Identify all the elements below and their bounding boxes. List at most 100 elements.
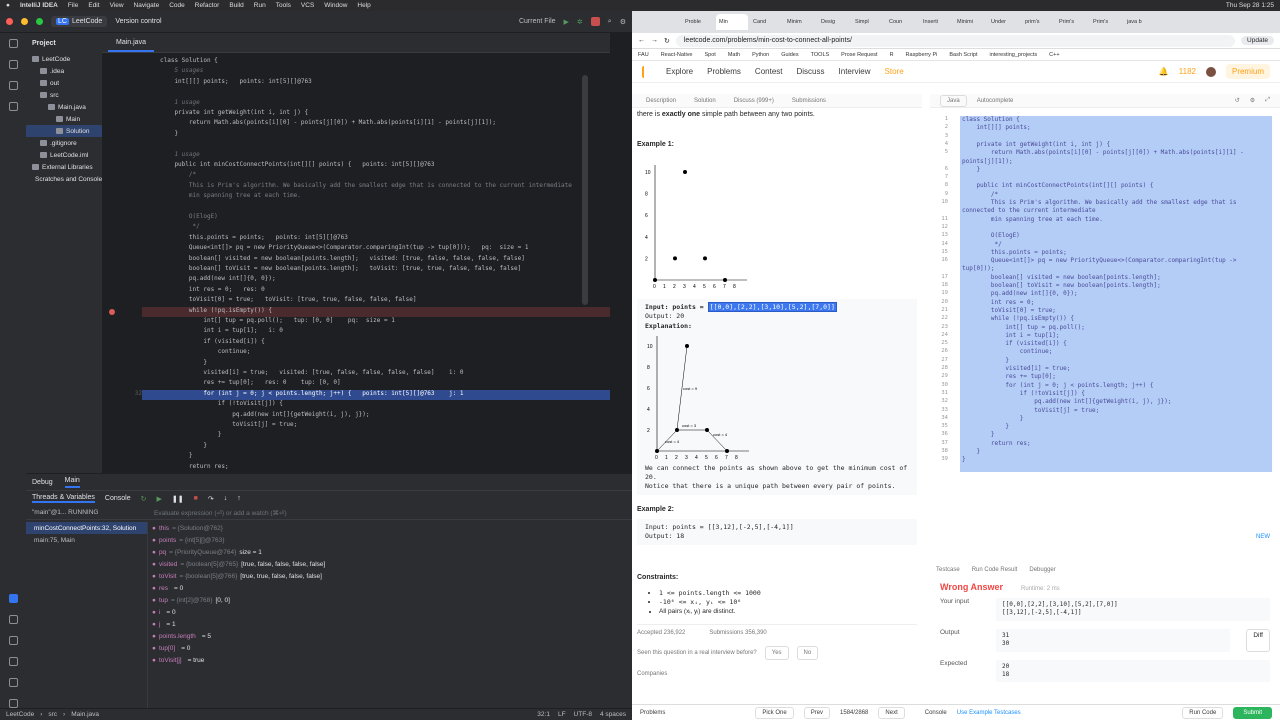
browser-tab[interactable]: Simpl (852, 14, 884, 30)
avatar[interactable] (1205, 66, 1216, 77)
reload-icon[interactable]: ↻ (664, 37, 670, 45)
description-tab[interactable]: Submissions (792, 98, 826, 104)
app-name[interactable]: IntelliJ IDEA (20, 2, 58, 9)
reset-icon[interactable]: ↺ (1235, 97, 1240, 104)
menu-window[interactable]: Window (324, 2, 347, 9)
menu-file[interactable]: File (68, 2, 78, 9)
run-config-selector[interactable]: Current File (519, 18, 556, 25)
browser-tab[interactable]: Coun (886, 14, 918, 30)
variable-row[interactable]: ● toVisit[j] = true (152, 654, 632, 666)
caret-position[interactable]: 32:1 (537, 711, 550, 718)
tree-item[interactable]: LeetCode (26, 53, 102, 65)
next-button[interactable]: Next (878, 706, 905, 719)
description-tab[interactable]: Description (646, 98, 676, 104)
rerun-icon[interactable]: ↻ (141, 495, 147, 503)
close-window-button[interactable] (6, 18, 13, 25)
menu-help[interactable]: Help (357, 2, 370, 9)
services-tool-icon[interactable] (8, 615, 18, 624)
variable-row[interactable]: ● visited = {boolean[5]@765} [true, false, … (152, 558, 632, 570)
browser-tab[interactable]: Cand (750, 14, 782, 30)
line-separator[interactable]: LF (558, 711, 566, 718)
git-tool-icon[interactable] (8, 699, 18, 708)
menu-code[interactable]: Code (169, 2, 185, 9)
terminal-tool-icon[interactable] (8, 657, 18, 666)
menu-refactor[interactable]: Refactor (195, 2, 220, 9)
variable-row[interactable]: ● this = {Solution@762} (152, 522, 632, 534)
bookmark[interactable]: Prose Request (841, 52, 877, 58)
browser-tab[interactable]: Desig (818, 14, 850, 30)
browser-tab[interactable]: prim's (1022, 14, 1054, 30)
console-button[interactable]: Console (925, 710, 947, 716)
nav-explore[interactable]: Explore (666, 67, 693, 76)
clock[interactable]: Thu Sep 28 1:25 (1226, 2, 1274, 9)
browser-tab[interactable]: Prim's (1090, 14, 1122, 30)
tab-main-java[interactable]: Main.java (108, 35, 154, 52)
step-out-icon[interactable]: ↑ (237, 495, 241, 502)
menu-build[interactable]: Build (229, 2, 243, 9)
bookmark[interactable]: C++ (1049, 52, 1059, 58)
breadcrumb-src[interactable]: src (48, 711, 57, 718)
companies-section[interactable]: Companies (637, 670, 917, 678)
test-panel-tab[interactable]: Testcase (936, 567, 960, 573)
step-into-icon[interactable]: ↓ (224, 495, 228, 502)
menu-vcs[interactable]: VCS (301, 2, 314, 9)
variable-row[interactable]: ● points = {int[5][]@763} (152, 534, 632, 546)
problems-tool-icon[interactable] (8, 678, 18, 687)
prev-button[interactable]: Prev (803, 706, 831, 719)
nav-problems[interactable]: Problems (707, 67, 741, 76)
tree-item[interactable]: External Libraries (26, 161, 102, 173)
stop-debug-icon[interactable]: ■ (194, 495, 198, 502)
settings-icon[interactable]: ⚙ (620, 18, 626, 26)
vcs-widget[interactable]: Version control (115, 18, 161, 25)
menu-tools[interactable]: Tools (276, 2, 291, 9)
debug-tab[interactable]: Debug (32, 479, 53, 486)
variable-row[interactable]: ● j = 1 (152, 618, 632, 630)
browser-tab[interactable]: java b (1124, 14, 1156, 30)
structure-tool-icon[interactable] (8, 81, 18, 90)
nav-store[interactable]: Store (885, 67, 904, 76)
pick-one-button[interactable]: Pick One (755, 706, 794, 719)
bookmark[interactable]: R (890, 52, 894, 58)
evaluate-expression-input[interactable]: Evaluate expression (⏎) or add a watch (… (154, 509, 287, 517)
nav-discuss[interactable]: Discuss (797, 67, 825, 76)
variable-row[interactable]: ● points.length = 5 (152, 630, 632, 642)
bookmark[interactable]: Math (728, 52, 740, 58)
search-icon[interactable]: ⌕ (608, 18, 612, 26)
submit-button[interactable]: Submit (1233, 706, 1272, 719)
use-example-testcases[interactable]: Use Example Testcases (957, 710, 1021, 716)
project-panel-title[interactable]: Project (32, 40, 56, 47)
browser-tab[interactable]: Under (988, 14, 1020, 30)
console-tab[interactable]: Console (105, 495, 131, 502)
menu-run[interactable]: Run (254, 2, 266, 9)
run-code-button[interactable]: Run Code (1182, 706, 1224, 719)
new-badge[interactable]: NEW (1256, 534, 1270, 540)
variable-row[interactable]: ● res = 0 (152, 582, 632, 594)
leetcode-logo-icon[interactable] (642, 65, 652, 78)
debug-icon[interactable]: ✲ (577, 18, 583, 26)
variable-row[interactable]: ● i = 0 (152, 606, 632, 618)
nav-interview[interactable]: Interview (839, 67, 871, 76)
apple-icon[interactable]: ● (6, 2, 10, 9)
tree-item[interactable]: Main.java (26, 101, 102, 113)
tree-item[interactable]: Scratches and Consoles (26, 173, 102, 185)
thread-selector[interactable]: "main"@1... RUNNING (32, 509, 98, 516)
browser-tab[interactable]: Prim's (1056, 14, 1088, 30)
minimize-window-button[interactable] (21, 18, 28, 25)
debug-session-tab[interactable]: Main (64, 477, 80, 488)
more-tools-icon[interactable] (8, 102, 18, 111)
settings-gear-icon[interactable]: ⚙ (1250, 97, 1255, 104)
stack-frame[interactable]: main:75, Main (26, 534, 147, 546)
nav-contest[interactable]: Contest (755, 67, 783, 76)
address-field[interactable]: leetcode.com/problems/min-cost-to-connec… (675, 34, 1236, 47)
fullscreen-icon[interactable]: ⤢ (1265, 97, 1270, 104)
browser-tab[interactable]: Minimi (954, 14, 986, 30)
resume-icon[interactable]: ▶ (156, 495, 161, 503)
description-tab[interactable]: Solution (694, 98, 716, 104)
code-area[interactable]: class Solution { 5 usages int[][] points… (102, 53, 610, 473)
bookmark[interactable]: Raspberry Pi (906, 52, 938, 58)
step-over-icon[interactable]: ↷ (208, 495, 214, 503)
solution-code-editor[interactable]: 1 class Solution {2 int[][] points; 3 4 pri… (930, 116, 1274, 472)
autocomplete-toggle[interactable]: Autocomplete (977, 98, 1014, 104)
variable-row[interactable]: ● tup = {int[2]@768} [0, 0] (152, 594, 632, 606)
bookmark[interactable]: FAU (638, 52, 649, 58)
